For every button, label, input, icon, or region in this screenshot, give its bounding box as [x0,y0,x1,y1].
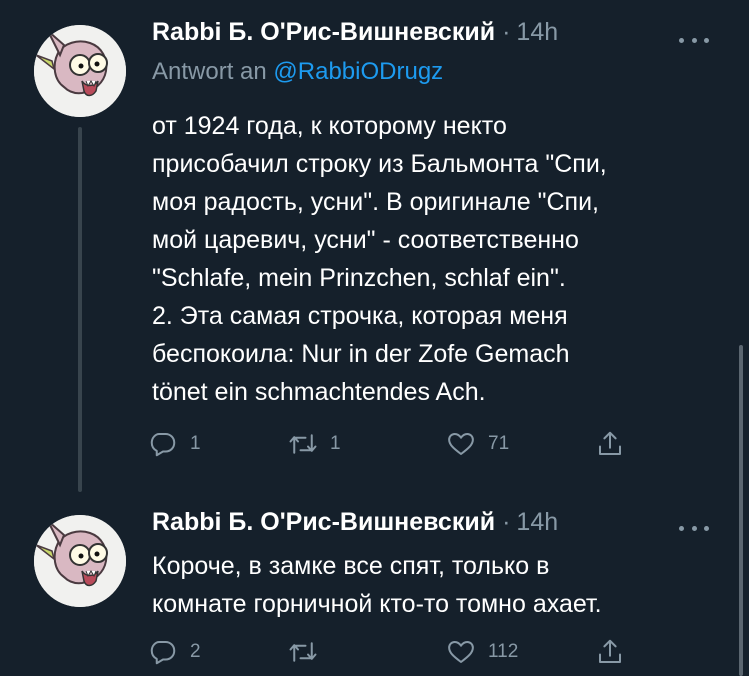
share-button[interactable] [595,632,625,672]
share-icon [599,431,621,455]
avatar[interactable] [34,515,126,607]
reply-mention-link[interactable]: @RabbiODrugz [273,58,443,85]
separator-dot: · [502,508,511,536]
tweet-text-line: Короче, в замке все спят, только в [152,552,550,580]
separator-dot: · [502,18,511,46]
tweet-text-line: комнате горничной кто-то томно ахает. [152,590,602,618]
tweet-text-line: мой царевич, усни" - соответственно [152,226,579,254]
bunny-avatar-image [34,25,126,117]
scrollbar[interactable] [739,345,743,676]
timestamp[interactable]: 14h [516,508,558,537]
retweet-count: 1 [330,433,341,454]
more-icon-dot [679,525,684,531]
bunny-avatar-image [34,515,126,607]
tweet-text-line: "Schlafe, mein Prinzchen, schlaf ein". [152,264,566,292]
more-icon-dot [704,37,709,43]
thread-connector-line [78,127,82,492]
like-count: 71 [488,433,510,454]
reply-button[interactable]: 1 [148,424,201,464]
like-count: 112 [488,641,519,662]
tweet-text: от 1924 года, к которому некто присобачи… [152,107,722,411]
tweet[interactable]: Rabbi Б. О'Рис-Вишневский · 14h Antwort … [0,0,749,500]
reply-count: 2 [190,641,201,662]
reply-prefix: Antwort an [152,58,267,85]
more-icon-dot [691,525,697,531]
author-name[interactable]: Rabbi Б. О'Рис-Вишневский [152,508,495,537]
more-options-button[interactable] [679,30,709,50]
tweet-text: Короче, в замке все спят, только в комна… [152,547,722,623]
retweet-icon [289,642,317,662]
tweet-text-line: от 1924 года, к которому некто [152,112,507,140]
avatar[interactable] [34,25,126,117]
retweet-icon [289,434,317,454]
more-options-button[interactable] [679,518,709,538]
tweet-text-line: беспокоила: Nur in der Zofe Gemach [152,340,570,368]
share-icon [599,639,621,663]
like-button[interactable]: 112 [446,632,518,672]
tweet[interactable]: Rabbi Б. О'Рис-Вишневский · 14h Короче, … [0,500,749,676]
more-icon-dot [679,37,684,43]
timestamp[interactable]: 14h [516,18,558,47]
author-name[interactable]: Rabbi Б. О'Рис-Вишневский [152,18,495,47]
heart-icon [448,433,474,455]
retweet-button[interactable] [288,632,330,672]
heart-icon [448,641,474,663]
tweet-text-line: присобачил строку из Бальмонта "Спи, [152,150,607,178]
reply-count: 1 [190,433,201,454]
tweet-header: Rabbi Б. О'Рис-Вишневский · 14h [152,18,558,54]
tweet-text-line: моя радость, усни". В оригинале "Спи, [152,188,599,216]
reply-button[interactable]: 2 [148,632,201,672]
reply-context: Antwort an @RabbiODrugz [152,58,443,86]
tweet-text-line: 2. Эта самая строчка, которая меня [152,302,568,330]
like-button[interactable]: 71 [446,424,509,464]
more-icon-dot [691,37,697,43]
share-button[interactable] [595,424,625,464]
tweet-text-line: tönet ein schmachtendes Ach. [152,378,486,406]
retweet-button[interactable]: 1 [288,424,341,464]
more-icon-dot [704,525,709,531]
reply-icon [150,433,176,457]
tweet-header: Rabbi Б. О'Рис-Вишневский · 14h [152,508,558,544]
reply-icon [150,641,176,665]
